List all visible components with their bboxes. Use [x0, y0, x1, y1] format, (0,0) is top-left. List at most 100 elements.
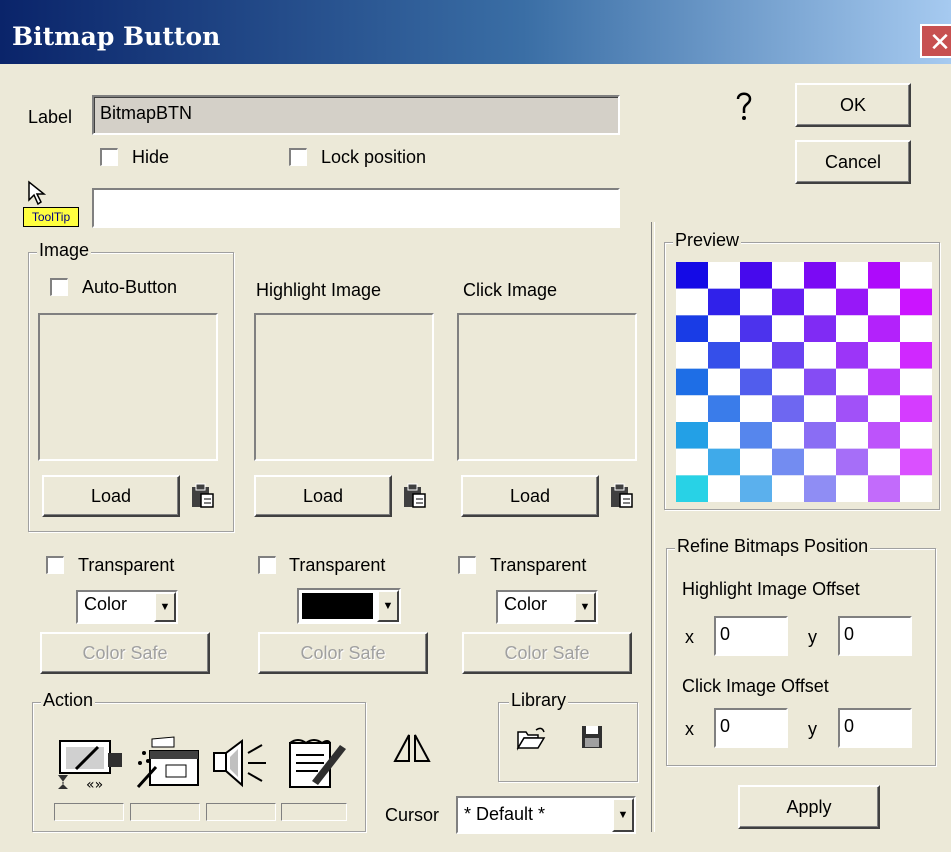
preview-cell: [900, 262, 932, 289]
preview-cell: [676, 475, 708, 502]
transparent-checkbox-highlight[interactable]: [258, 556, 276, 574]
chevron-down-icon[interactable]: ▼: [574, 592, 596, 622]
click-x-input[interactable]: 0: [714, 708, 788, 748]
preview-cell: [676, 368, 708, 396]
transparent-checkbox-click[interactable]: [458, 556, 476, 574]
preview-cell: [900, 368, 932, 396]
preview-cell: [836, 448, 868, 476]
preview-cell: [836, 288, 868, 316]
auto-button-checkbox[interactable]: [50, 278, 68, 296]
preview-cell: [804, 368, 836, 396]
highlight-x-input[interactable]: 0: [714, 616, 788, 656]
bitmap-button-dialog: Bitmap Button ✕ Label BitmapBTN Hide Loc…: [0, 0, 951, 852]
sound-icon[interactable]: [210, 737, 272, 789]
highlight-image-title: Highlight Image: [256, 280, 382, 300]
color-safe-button-highlight[interactable]: Color Safe: [258, 632, 428, 674]
preview-cell: [868, 368, 900, 396]
preview-cell: [740, 262, 772, 289]
preview-cell: [868, 448, 900, 476]
preview-cell: [868, 262, 900, 289]
preview-cell: [772, 368, 804, 396]
transparent-color-combo-highlight[interactable]: ▼: [297, 588, 401, 624]
cursor-label: Cursor: [385, 805, 440, 825]
tooltip-input[interactable]: [92, 188, 620, 228]
preview-cell: [708, 342, 740, 369]
highlight-load-button[interactable]: Load: [254, 475, 392, 517]
preview-cell: [772, 395, 804, 422]
chevron-down-icon[interactable]: ▼: [612, 798, 634, 832]
image-load-button[interactable]: Load: [42, 475, 180, 517]
click-image-slot[interactable]: [457, 313, 637, 461]
clipboard-paste-icon[interactable]: [402, 482, 428, 510]
preview-cell: [900, 448, 932, 476]
cancel-button[interactable]: Cancel: [795, 140, 911, 184]
preview-cell: [804, 288, 836, 316]
preview-cell: [836, 422, 868, 449]
highlight-y-input[interactable]: 0: [838, 616, 912, 656]
preview-cell: [676, 262, 708, 289]
action-slot[interactable]: [281, 803, 347, 821]
apply-button[interactable]: Apply: [738, 785, 880, 829]
transparent-color-combo-click[interactable]: Color ▼: [496, 590, 598, 624]
preview-cell: [900, 342, 932, 369]
preview-cell: [868, 315, 900, 342]
preview-cell: [740, 315, 772, 342]
preview-cell: [676, 448, 708, 476]
preview-cell: [836, 262, 868, 289]
preview-cell: [740, 342, 772, 369]
preview-cell: [708, 448, 740, 476]
tooltip-badge: ToolTip: [23, 207, 79, 227]
action-slot[interactable]: [206, 803, 276, 821]
preview-cell: [708, 262, 740, 289]
edit-script-icon[interactable]: [284, 735, 348, 791]
preview-cell: [708, 288, 740, 316]
hide-checkbox[interactable]: [100, 148, 118, 166]
lock-position-checkbox[interactable]: [289, 148, 307, 166]
chevron-down-icon[interactable]: ▼: [154, 592, 176, 622]
open-folder-icon[interactable]: [516, 726, 548, 752]
close-button[interactable]: ✕: [920, 24, 951, 58]
label-caption: Label: [28, 107, 73, 127]
click-y-input[interactable]: 0: [838, 708, 912, 748]
transition-effect-icon[interactable]: «»: [54, 733, 126, 791]
preview-cell: [900, 315, 932, 342]
image-slot[interactable]: [38, 313, 218, 461]
preview-cell: [836, 475, 868, 502]
clipboard-paste-icon[interactable]: [190, 482, 216, 510]
preview-cell: [868, 422, 900, 449]
color-safe-button-click[interactable]: Color Safe: [462, 632, 632, 674]
save-disk-icon[interactable]: [580, 724, 604, 750]
preview-cell: [708, 422, 740, 449]
preview-cell: [676, 315, 708, 342]
transparent-color-value-click: Color: [504, 594, 548, 614]
chevron-down-icon[interactable]: ▼: [377, 590, 399, 622]
click-load-button[interactable]: Load: [461, 475, 599, 517]
preview-cell: [772, 315, 804, 342]
preview-cell: [804, 395, 836, 422]
preview-image: [676, 262, 932, 502]
flip-horizontal-icon[interactable]: [393, 733, 431, 763]
label-input[interactable]: BitmapBTN: [92, 95, 620, 135]
preview-title: Preview: [673, 230, 742, 251]
preview-cell: [772, 448, 804, 476]
help-icon[interactable]: [733, 89, 755, 123]
transparent-color-combo-image[interactable]: Color ▼: [76, 590, 178, 624]
action-slot[interactable]: [54, 803, 124, 821]
click-x-label: x: [685, 719, 694, 739]
svg-text:«»: «»: [86, 777, 103, 791]
transparent-checkbox-image[interactable]: [46, 556, 64, 574]
preview-cell: [900, 288, 932, 316]
cursor-combo[interactable]: * Default * ▼: [456, 796, 636, 834]
clipboard-paste-icon[interactable]: [609, 482, 635, 510]
preview-cell: [804, 342, 836, 369]
color-safe-button-image[interactable]: Color Safe: [40, 632, 210, 674]
lock-position-label: Lock position: [321, 147, 427, 167]
image-group-title: Image: [37, 240, 92, 261]
preview-cell: [868, 342, 900, 369]
run-program-icon[interactable]: [134, 733, 202, 791]
preview-cell: [676, 288, 708, 316]
highlight-image-slot[interactable]: [254, 313, 434, 461]
ok-button[interactable]: OK: [795, 83, 911, 127]
title-bar[interactable]: Bitmap Button ✕: [0, 0, 951, 64]
action-slot[interactable]: [130, 803, 200, 821]
